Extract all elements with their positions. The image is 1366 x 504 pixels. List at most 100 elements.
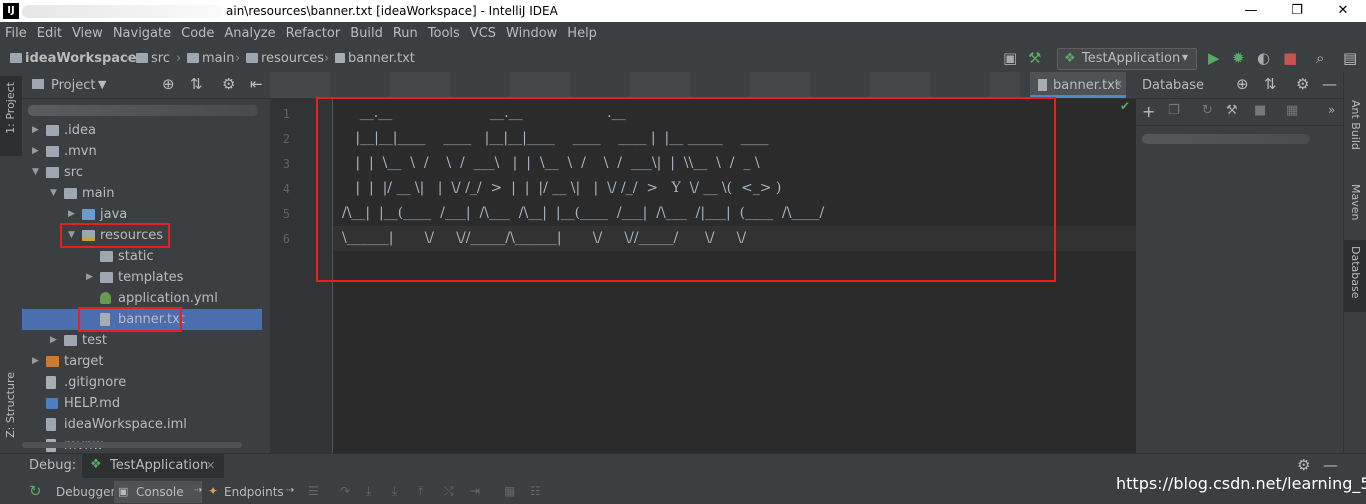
ant-build-tab[interactable]: Ant Build [1349,100,1362,150]
close-window-button[interactable]: ✕ [1320,0,1366,22]
tree-item-src[interactable]: ▼ src [22,162,262,183]
run-to-cursor-icon[interactable]: ⇥ [470,484,480,498]
tree-item-main[interactable]: ▼ main [22,183,262,204]
highlight-box-resources [60,223,170,248]
menu-code[interactable]: Code [176,26,219,41]
hide-panel-icon[interactable]: ⇤ [250,75,263,93]
debug-label: Debug: [29,458,77,473]
breadcrumb-src[interactable]: src [136,51,170,66]
database-header: Database ⊕ ⇅ ⚙ — [1136,72,1343,99]
collapse-arrow-icon[interactable]: ▶ [32,141,39,162]
spring-boot-icon: ❖ [90,457,102,472]
maven-tab[interactable]: Maven [1349,184,1362,220]
minimize-button[interactable]: — [1228,0,1274,22]
tab-debugger[interactable]: Debugger [56,485,115,499]
hide-panel-icon[interactable]: — [1322,75,1337,93]
stop-icon[interactable]: ■ [1254,103,1266,118]
project-panel-title[interactable]: Project [51,78,95,93]
collapse-arrow-icon[interactable]: ▶ [86,267,93,288]
event-log-icon[interactable]: ▤ [1343,49,1357,67]
step-over-icon[interactable]: ↷ [340,484,350,498]
copy-icon[interactable]: ❐ [1168,103,1180,118]
tree-item-mvn[interactable]: ▶ .mvn [22,141,262,162]
menu-view[interactable]: View [67,26,108,41]
tab-banner-txt[interactable]: banner.txt ✕ [1030,72,1126,98]
gear-icon[interactable]: ⚙ [1296,75,1309,93]
evaluate-icon[interactable]: ▦ [504,484,515,498]
drop-frame-icon[interactable]: ⤭ [444,484,454,499]
build-hammer-icon[interactable]: ⚒ [1028,49,1041,67]
force-step-into-icon[interactable]: ⤓ [392,484,397,499]
menu-refactor[interactable]: Refactor [281,26,346,41]
expand-arrow-icon[interactable]: ▼ [50,183,57,204]
menu-window[interactable]: Window [501,26,562,41]
debug-bug-icon[interactable]: ✹ [1232,49,1245,67]
gear-icon[interactable]: ⚙ [1297,456,1310,474]
tree-item-gitignore[interactable]: .gitignore [22,372,262,393]
collapse-icon[interactable]: ⇅ [1264,75,1277,93]
gear-icon[interactable]: ⚙ [222,75,235,93]
table-icon[interactable]: ▦ [1286,103,1298,118]
breadcrumb-file[interactable]: banner.txt [335,51,415,66]
search-icon[interactable]: ⌕ [1316,49,1324,67]
coverage-icon[interactable]: ◐ [1257,49,1270,67]
locate-icon[interactable]: ⊕ [1236,75,1249,93]
project-h-scrollbar[interactable] [22,442,242,448]
hide-panel-icon[interactable]: — [1323,456,1338,474]
folder-icon [46,167,59,178]
restore-button[interactable]: ❐ [1274,0,1320,22]
tree-item-test[interactable]: ▶ test [22,330,262,351]
tree-item-static[interactable]: static [22,246,262,267]
database-tool-tab[interactable]: Database [1344,240,1366,312]
step-out-icon[interactable]: ⤒ [418,484,423,499]
menu-lines-icon[interactable]: ☰ [308,484,319,498]
collapse-arrow-icon[interactable]: ▶ [32,351,39,372]
menu-file[interactable]: File [0,26,32,41]
tree-item-java[interactable]: ▶ java [22,204,262,225]
menu-edit[interactable]: Edit [32,26,67,41]
stop-icon[interactable]: ■ [1283,49,1297,67]
tree-item-templates[interactable]: ▶ templates [22,267,262,288]
chevron-down-icon[interactable]: ▼ [98,78,106,91]
menu-run[interactable]: Run [388,26,423,41]
structure-tool-label[interactable]: Z: Structure [4,372,17,438]
refresh-icon[interactable]: ↻ [1202,103,1213,118]
menu-build[interactable]: Build [345,26,388,41]
more-icon[interactable]: » [1328,103,1335,117]
menu-tools[interactable]: Tools [423,26,465,41]
tab-endpoints[interactable]: ✦ Endpoints ⇢ [206,481,298,503]
breadcrumb-project[interactable]: ideaWorkspace [10,51,137,66]
tree-item-application-yml[interactable]: application.yml [22,288,262,309]
collapse-arrow-icon[interactable]: ▶ [68,204,75,225]
left-tool-stripe: 1: Project Z: Structure [0,72,23,453]
trace-icon[interactable]: ☷ [530,484,541,498]
menu-analyze[interactable]: Analyze [219,26,280,41]
expand-arrow-icon[interactable]: ▼ [32,162,39,183]
collapse-arrow-icon[interactable]: ▶ [32,120,39,141]
project-structure-icon[interactable]: ▣ [1003,49,1017,67]
schema-icon[interactable]: ⚒ [1226,103,1238,118]
debug-session-tab[interactable]: ❖ TestApplication ✕ [82,454,224,478]
rerun-icon[interactable]: ↻ [29,482,42,500]
close-tab-icon[interactable]: ✕ [206,459,215,472]
collapse-all-icon[interactable]: ⇅ [190,75,203,93]
run-icon[interactable]: ▶ [1208,49,1220,67]
tree-item-idea[interactable]: ▶ .idea [22,120,262,141]
step-into-icon[interactable]: ⤓ [366,484,371,499]
run-config-selector[interactable]: ❖ TestApplication ▾ [1057,48,1197,70]
tab-console[interactable]: ▣ Console ⇢ [114,481,202,503]
menu-navigate[interactable]: Navigate [108,26,176,41]
breadcrumb-resources[interactable]: resources [246,51,324,66]
locate-file-icon[interactable]: ⊕ [162,75,175,93]
tree-item-help-md[interactable]: HELP.md [22,393,262,414]
project-tool-tab[interactable]: 1: Project [0,76,22,156]
add-icon[interactable]: + [1142,102,1155,121]
close-tab-icon[interactable]: ✕ [1114,78,1123,91]
breadcrumb-main[interactable]: main [187,51,234,66]
collapse-arrow-icon[interactable]: ▶ [50,330,57,351]
banner-highlight-box [316,97,1056,282]
tree-item-ideaworkspace-iml[interactable]: ideaWorkspace.iml [22,414,262,435]
menu-vcs[interactable]: VCS [465,26,501,41]
menu-help[interactable]: Help [562,26,602,41]
tree-item-target[interactable]: ▶ target [22,351,262,372]
